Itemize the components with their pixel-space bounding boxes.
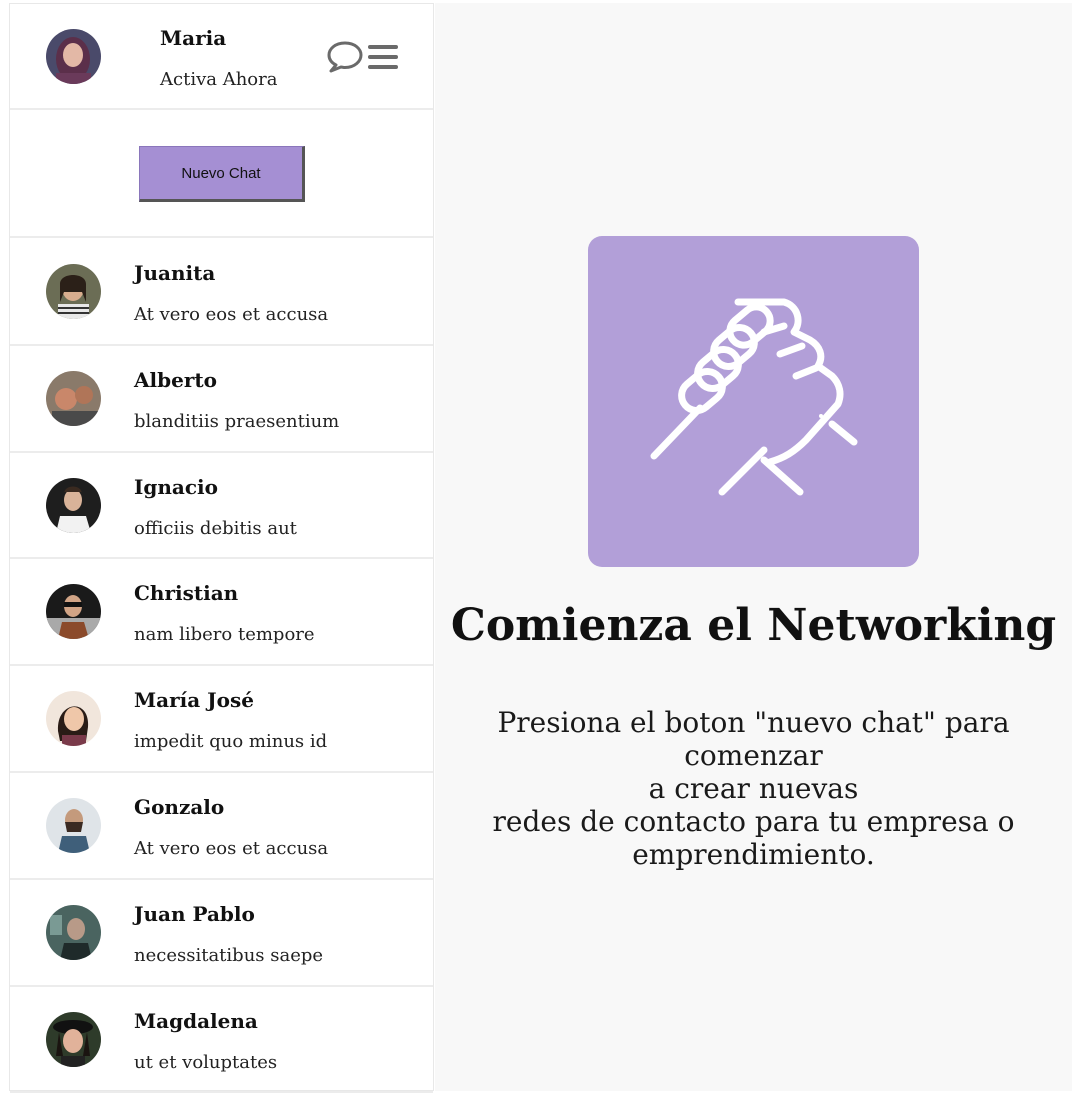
contact-item[interactable]: Ignacio officiis debitis aut xyxy=(10,453,433,560)
contact-avatar xyxy=(46,904,101,960)
contact-name: Alberto xyxy=(134,367,217,392)
contact-name: Juanita xyxy=(134,261,216,285)
new-chat-section: Nuevo Chat xyxy=(10,111,433,238)
description-line: Presiona el boton "nuevo chat" para come… xyxy=(497,706,1010,772)
contact-name: María José xyxy=(134,688,254,713)
main-title: Comienza el Networking xyxy=(450,600,1057,651)
menu-icon[interactable] xyxy=(366,42,400,72)
contact-item[interactable]: Alberto blanditiis praesentium xyxy=(10,346,433,453)
contact-item[interactable]: Juan Pablo necessitatibus saepe xyxy=(10,880,433,987)
contact-item[interactable]: Magdalena ut et voluptates xyxy=(10,987,433,1094)
contact-list: Juanita At vero eos et accusa Alberto bl… xyxy=(10,239,433,1094)
chat-app: Maria Activa Ahora Nuevo Chat Juanita At… xyxy=(0,0,1080,1095)
contact-name: Magdalena xyxy=(134,1008,258,1033)
contact-name: Juan Pablo xyxy=(134,901,255,926)
handshake-icon xyxy=(650,298,858,496)
contact-last-message: At vero eos et accusa xyxy=(134,304,329,325)
main-panel: Comienza el Networking Presiona el boton… xyxy=(435,3,1072,1091)
sidebar: Maria Activa Ahora Nuevo Chat Juanita At… xyxy=(9,3,434,1094)
description-line: a crear nuevas xyxy=(648,772,859,805)
contact-avatar xyxy=(46,797,101,853)
contact-last-message: At vero eos et accusa xyxy=(134,837,329,859)
description-line: emprendimiento. xyxy=(632,838,875,871)
contact-avatar xyxy=(46,477,101,533)
profile-header: Maria Activa Ahora xyxy=(10,4,433,110)
contact-avatar xyxy=(46,584,101,640)
description-line: redes de contacto para tu empresa o xyxy=(492,805,1015,838)
contact-last-message: blanditiis praesentium xyxy=(134,410,340,432)
main-description: Presiona el boton "nuevo chat" para come… xyxy=(435,706,1072,871)
user-status: Activa Ahora xyxy=(160,69,278,90)
contact-name: Ignacio xyxy=(134,474,218,499)
contact-name: Gonzalo xyxy=(134,794,225,819)
contact-last-message: nam libero tempore xyxy=(134,624,315,646)
contact-avatar xyxy=(46,691,101,747)
contact-last-message: officiis debitis aut xyxy=(134,517,297,539)
contact-item[interactable]: Christian nam libero tempore xyxy=(10,559,433,667)
contact-last-message: necessitatibus saepe xyxy=(134,944,324,966)
contact-name: Christian xyxy=(134,581,239,606)
contact-avatar xyxy=(46,1011,101,1067)
contact-avatar xyxy=(46,264,101,319)
user-avatar[interactable] xyxy=(46,29,101,84)
chat-bubble-icon[interactable] xyxy=(326,40,364,74)
contact-item[interactable]: Juanita At vero eos et accusa xyxy=(10,239,433,346)
contact-avatar xyxy=(46,370,101,426)
contact-item[interactable]: María José impedit quo minus id xyxy=(10,666,433,773)
hero-illustration xyxy=(588,236,919,567)
contact-item[interactable]: Gonzalo At vero eos et accusa xyxy=(10,773,433,880)
user-name: Maria xyxy=(160,26,227,50)
contact-last-message: ut et voluptates xyxy=(134,1051,278,1073)
contact-last-message: impedit quo minus id xyxy=(134,731,328,753)
new-chat-button[interactable]: Nuevo Chat xyxy=(139,146,305,202)
